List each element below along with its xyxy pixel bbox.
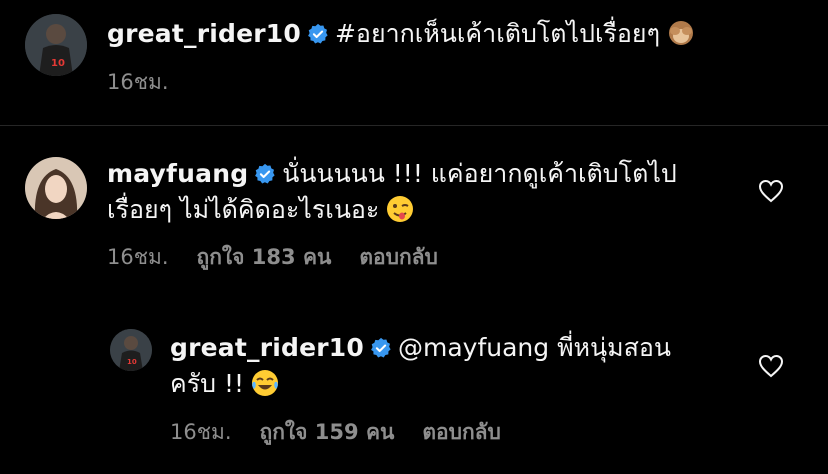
reply-body: @mayfuang พี่หนุ่มสอน — [397, 333, 671, 362]
reply-button[interactable]: ตอบกลับ — [359, 245, 438, 269]
see-no-evil-monkey-icon — [669, 21, 694, 45]
caption-avatar[interactable]: 10 — [25, 14, 87, 76]
comment-text-line2: เรื่อยๆ ไม่ได้คิดอะไรเนอะ — [107, 192, 415, 228]
svg-text:10: 10 — [127, 358, 137, 366]
reply-likes[interactable]: ถูกใจ 159 คน — [260, 420, 395, 444]
winking-tongue-face-icon — [387, 196, 414, 222]
divider — [0, 125, 828, 126]
caption-time: 16ชม. — [107, 70, 169, 94]
reply-username[interactable]: great_rider10 — [170, 333, 364, 362]
tears-of-joy-face-icon — [252, 370, 279, 396]
verified-badge-icon — [255, 163, 275, 184]
verified-badge-icon — [308, 23, 328, 44]
comment-time: 16ชม. — [107, 245, 169, 269]
reply-button[interactable]: ตอบกลับ — [422, 420, 501, 444]
caption-text: great_rider10 #อยากเห็นเค้าเติบโตไปเรื่อย… — [107, 16, 696, 52]
comment-avatar[interactable] — [25, 157, 87, 219]
svg-text:10: 10 — [51, 58, 65, 69]
reply-text-line2: ครับ !! — [170, 366, 280, 402]
comment-username[interactable]: mayfuang — [107, 159, 248, 188]
reply-avatar[interactable]: 10 — [110, 329, 152, 371]
reply-text-line1: great_rider10 @mayfuang พี่หนุ่มสอน — [170, 330, 671, 366]
comment-text-line1: mayfuang นั่นนนนน !!! แค่อยากดูเค้าเติบโต… — [107, 156, 677, 192]
caption-meta: 16ชม. — [107, 68, 197, 96]
verified-badge-icon — [371, 337, 391, 358]
caption-username[interactable]: great_rider10 — [107, 19, 301, 48]
comment-body: นั่นนนนน !!! แค่อยากดูเค้าเติบโตไป — [282, 159, 677, 188]
like-heart-icon[interactable] — [758, 354, 784, 378]
caption-body: #อยากเห็นเค้าเติบโตไปเรื่อยๆ — [334, 19, 661, 48]
reply-body: ครับ !! — [170, 369, 245, 398]
comment-body: เรื่อยๆ ไม่ได้คิดอะไรเนอะ — [107, 195, 380, 224]
comment-meta: 16ชม. ถูกใจ 183 คน ตอบกลับ — [107, 243, 466, 271]
reply-meta: 16ชม. ถูกใจ 159 คน ตอบกลับ — [170, 418, 529, 446]
comment-likes[interactable]: ถูกใจ 183 คน — [197, 245, 332, 269]
reply-time: 16ชม. — [170, 420, 232, 444]
like-heart-icon[interactable] — [758, 179, 784, 203]
